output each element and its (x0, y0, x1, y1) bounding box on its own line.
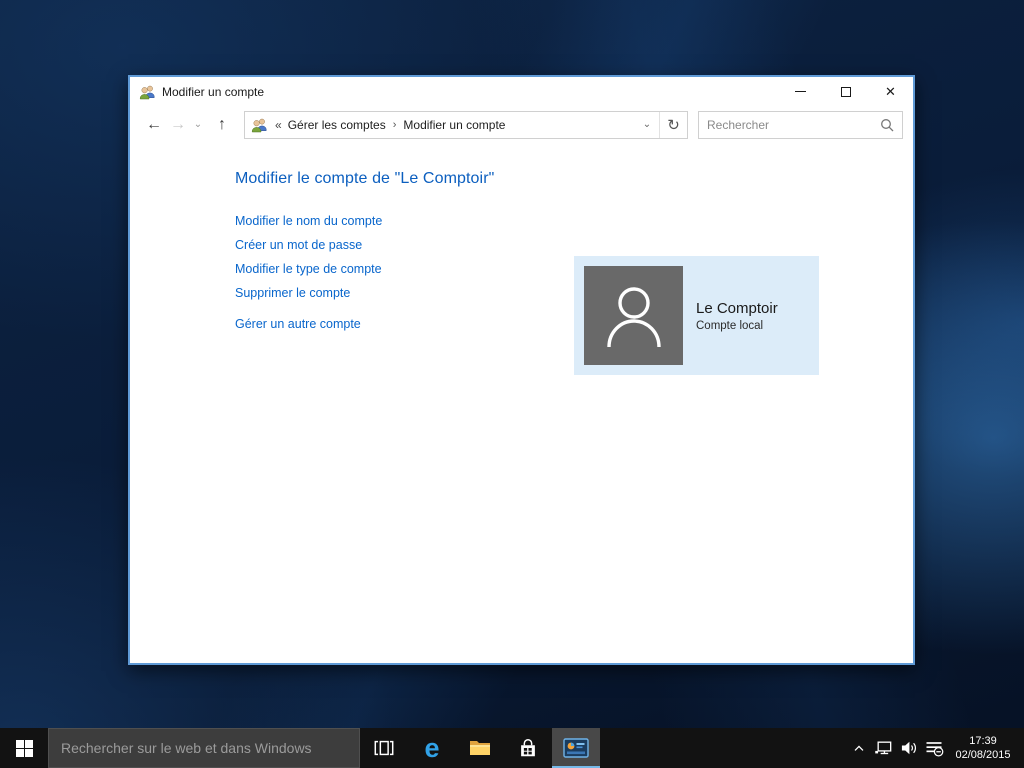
network-icon (874, 741, 891, 755)
navigation-toolbar: ← → ⌄ ↑ « Gérer les comptes › Modifier u… (130, 106, 913, 143)
window-search-box[interactable] (698, 110, 903, 139)
link-creer-mot-de-passe[interactable]: Créer un mot de passe (235, 238, 362, 252)
taskbar-search-input[interactable] (61, 740, 359, 756)
edge-icon: e (424, 732, 440, 763)
tray-chevron-button[interactable] (846, 728, 871, 768)
taskbar: e (0, 728, 1024, 768)
window-content: Modifier le compte de "Le Comptoir" Modi… (130, 143, 913, 663)
address-bar[interactable]: « Gérer les comptes › Modifier un compte… (244, 110, 688, 139)
chevron-up-icon (854, 745, 863, 751)
task-view-icon (374, 740, 394, 756)
breadcrumb-item-modifier-un-compte[interactable]: Modifier un compte (403, 118, 505, 132)
search-icon[interactable] (880, 118, 894, 132)
link-supprimer-compte[interactable]: Supprimer le compte (235, 286, 350, 300)
network-button[interactable] (871, 728, 896, 768)
user-accounts-window-icon (563, 738, 589, 758)
refresh-button[interactable]: ↻ (660, 116, 687, 134)
forward-button: → (170, 115, 186, 133)
window-titlebar[interactable]: Modifier un compte ✕ (130, 77, 913, 106)
breadcrumb-separator-icon[interactable]: › (393, 119, 397, 131)
user-accounts-taskbar-button[interactable] (552, 728, 600, 768)
taskbar-search-box[interactable] (48, 728, 360, 768)
store-button[interactable] (504, 728, 552, 768)
clock-time: 17:39 (969, 735, 997, 747)
file-explorer-button[interactable] (456, 728, 504, 768)
link-modifier-type[interactable]: Modifier le type de compte (235, 262, 382, 276)
up-button[interactable]: ↑ (210, 116, 234, 133)
page-title: Modifier le compte de "Le Comptoir" (235, 170, 495, 187)
window-search-input[interactable] (707, 117, 880, 132)
control-panel-window: Modifier un compte ✕ ← → ⌄ ↑ « Gérer les… (128, 75, 915, 665)
volume-icon (901, 741, 916, 755)
window-title: Modifier un compte (162, 84, 265, 99)
maximize-button[interactable] (823, 77, 868, 106)
user-account-tile: Le Comptoir Compte local (574, 256, 819, 375)
account-type: Compte local (696, 319, 764, 332)
link-gerer-autre-compte[interactable]: Gérer un autre compte (235, 317, 361, 331)
start-button[interactable] (0, 728, 48, 768)
store-icon (521, 739, 535, 757)
volume-button[interactable] (896, 728, 921, 768)
back-button[interactable]: ← (142, 116, 166, 133)
close-icon: ✕ (885, 84, 896, 99)
address-user-accounts-icon (251, 117, 268, 133)
task-view-button[interactable] (360, 728, 408, 768)
edge-button[interactable]: e (408, 728, 456, 768)
action-center-button[interactable] (921, 728, 946, 768)
account-name: Le Comptoir (696, 299, 778, 317)
system-tray: 17:39 02/08/2015 (846, 728, 1024, 768)
action-center-icon (926, 742, 943, 757)
link-modifier-nom[interactable]: Modifier le nom du compte (235, 214, 382, 228)
breadcrumb-collapse-chevrons[interactable]: « (275, 118, 282, 132)
windows-logo-icon (15, 739, 33, 757)
file-explorer-icon (470, 741, 490, 755)
minimize-icon (795, 91, 806, 92)
clock[interactable]: 17:39 02/08/2015 (946, 734, 1020, 762)
maximize-icon (840, 86, 851, 97)
breadcrumb-item-gerer-les-comptes[interactable]: Gérer les comptes (288, 118, 386, 132)
person-icon (606, 286, 661, 347)
user-accounts-icon (139, 84, 156, 100)
address-dropdown-icon[interactable]: ⌄ (635, 119, 659, 130)
close-button[interactable]: ✕ (868, 77, 913, 106)
recent-pages-dropdown-icon[interactable]: ⌄ (190, 119, 206, 130)
clock-date: 02/08/2015 (955, 749, 1011, 761)
minimize-button[interactable] (778, 77, 823, 106)
avatar (584, 266, 683, 365)
